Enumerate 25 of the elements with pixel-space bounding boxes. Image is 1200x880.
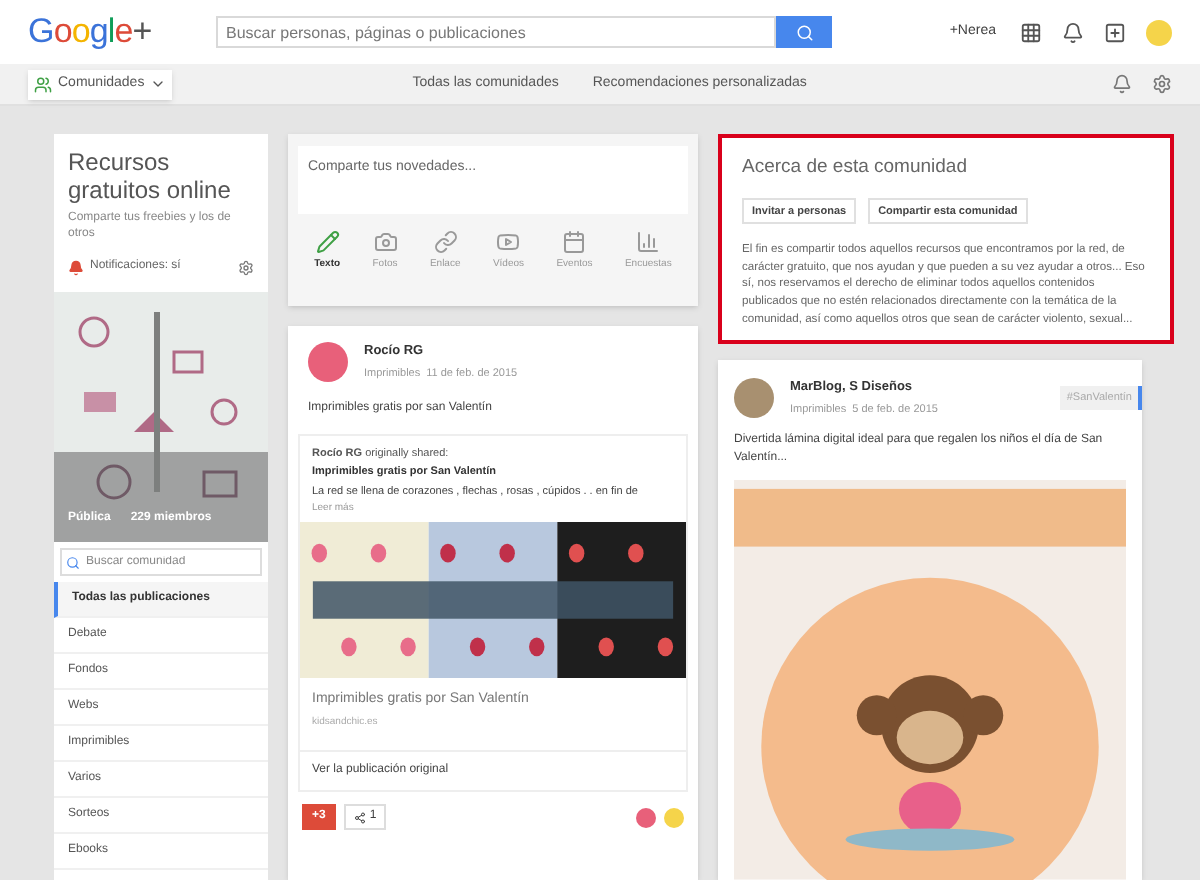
user-avatar [636, 807, 656, 828]
link-icon [433, 230, 458, 254]
search-icon [66, 555, 80, 569]
author-avatar [308, 342, 348, 382]
logo: Google+ [28, 10, 154, 55]
camera-icon [373, 230, 397, 254]
video-icon [496, 230, 521, 254]
calendar-icon [562, 230, 587, 254]
community-title: Recursos gratuitos online [66, 146, 233, 204]
bell-icon[interactable] [1112, 74, 1132, 94]
settings-icon[interactable] [1152, 74, 1172, 94]
notifications-icon[interactable] [1062, 21, 1084, 43]
communities-icon [34, 75, 52, 93]
search-icon [795, 23, 813, 41]
about-title: Acerca de esta comunidad [742, 154, 969, 182]
chart-icon [636, 230, 661, 254]
pencil-icon [315, 230, 340, 254]
search-button[interactable] [776, 16, 832, 48]
caret-icon [150, 76, 167, 92]
bell-icon [68, 259, 84, 275]
search-field[interactable]: Buscar personas, páginas o publicaciones [216, 16, 776, 48]
author-avatar [734, 378, 774, 419]
settings-icon[interactable] [238, 259, 254, 275]
user-avatar [664, 807, 684, 828]
apps-icon[interactable] [1020, 21, 1042, 43]
